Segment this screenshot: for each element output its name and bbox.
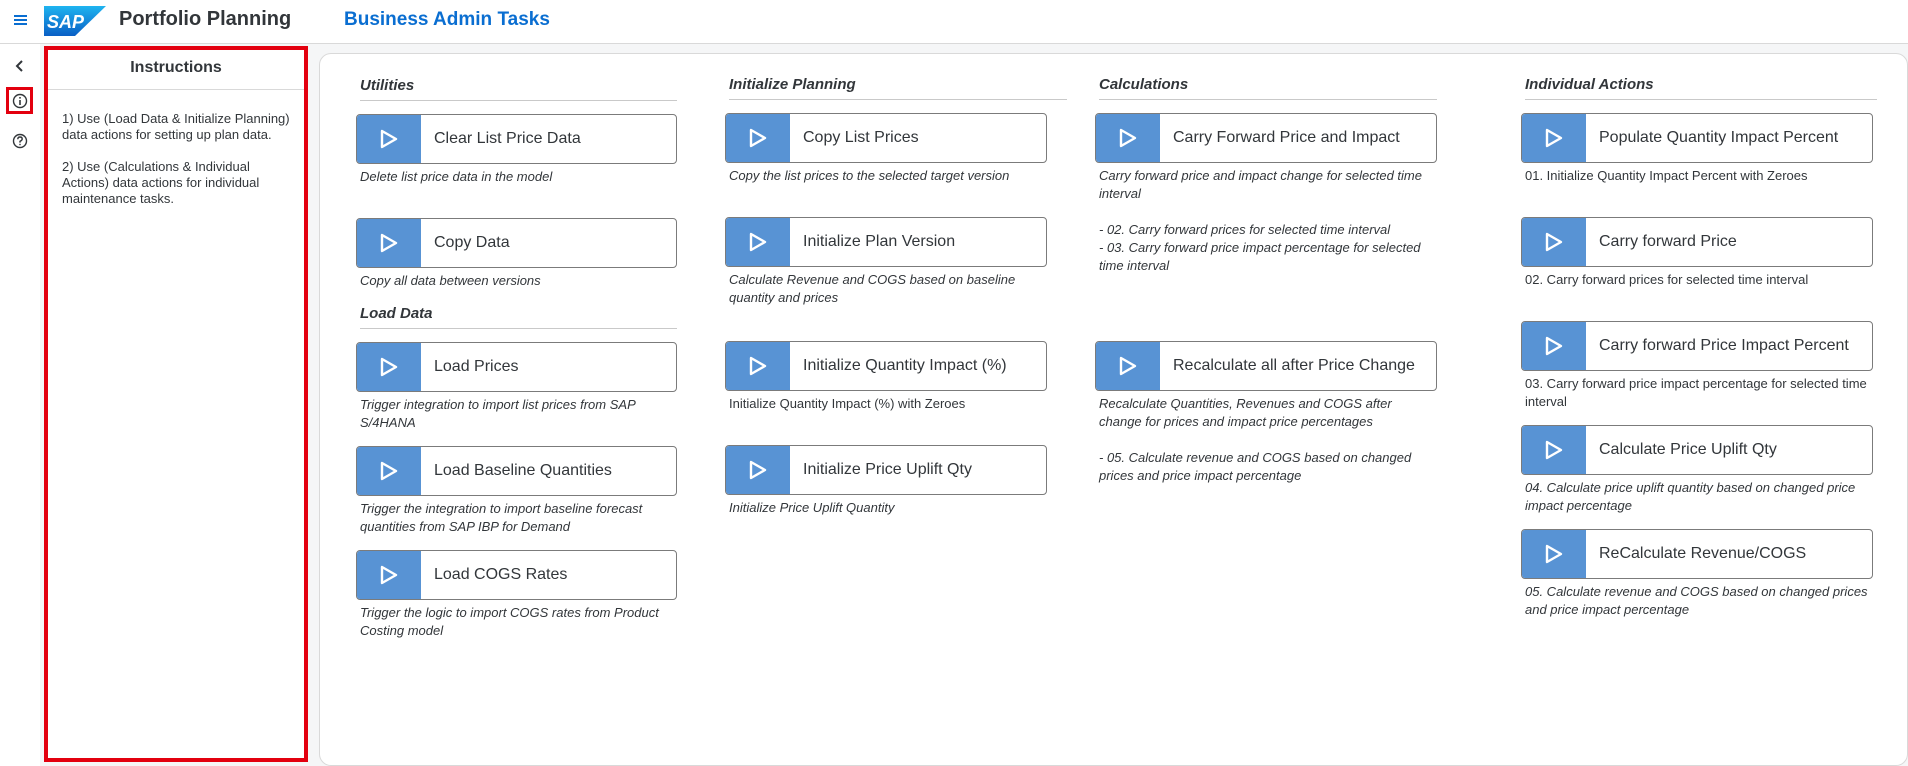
- app-title: Portfolio Planning: [119, 8, 292, 30]
- action-description: Trigger the integration to import baseli…: [360, 501, 643, 534]
- play-icon: [726, 342, 790, 390]
- action-description: - 05. Calculate revenue and COGS based o…: [1099, 450, 1412, 483]
- shell-header: SAP Portfolio Planning Business Admin Ta…: [0, 0, 1908, 44]
- play-icon: [1522, 426, 1586, 474]
- sap-logo: SAP: [44, 6, 106, 36]
- action-label: Initialize Quantity Impact (%): [803, 357, 1007, 374]
- action-label: Carry forward Price: [1599, 233, 1737, 250]
- action-description: - 03. Carry forward price impact percent…: [1099, 240, 1421, 273]
- play-icon: [1522, 322, 1586, 370]
- section-load-data: Load Data: [360, 305, 677, 329]
- action-description: Initialize Price Uplift Quantity: [729, 500, 895, 515]
- action-label: Load Prices: [434, 358, 519, 375]
- action-description: Initialize Quantity Impact (%) with Zero…: [729, 396, 966, 411]
- action-description: 05. Calculate revenue and COGS based on …: [1525, 584, 1868, 617]
- action-label: ReCalculate Revenue/COGS: [1599, 545, 1807, 562]
- action-label: Copy List Prices: [803, 129, 919, 146]
- side-rail: [0, 44, 40, 766]
- action-description: 02. Carry forward prices for selected ti…: [1525, 272, 1809, 287]
- action-label: Calculate Price Uplift Qty: [1599, 441, 1777, 458]
- info-icon[interactable]: [6, 87, 33, 114]
- section-individual-actions: Individual Actions: [1525, 76, 1877, 100]
- clear-list-price-data-button[interactable]: Clear List Price Data: [356, 114, 677, 164]
- svg-text:SAP: SAP: [47, 12, 85, 32]
- recalculate-all-after-price-change-button[interactable]: Recalculate all after Price Change: [1095, 341, 1437, 391]
- instruction-item: 2) Use (Calculations & Individual Action…: [62, 159, 260, 206]
- action-description: Trigger integration to import list price…: [360, 397, 636, 430]
- action-description: Trigger the logic to import COGS rates f…: [360, 605, 659, 638]
- play-icon: [357, 219, 421, 267]
- action-description: 03. Carry forward price impact percentag…: [1525, 376, 1867, 409]
- play-icon: [357, 115, 421, 163]
- initialize-plan-version-button[interactable]: Initialize Plan Version: [725, 217, 1047, 267]
- menu-icon[interactable]: [10, 9, 32, 31]
- calculate-price-uplift-qty-button[interactable]: Calculate Price Uplift Qty: [1521, 425, 1873, 475]
- play-icon: [1096, 342, 1160, 390]
- action-label: Recalculate all after Price Change: [1173, 357, 1415, 374]
- load-cogs-rates-button[interactable]: Load COGS Rates: [356, 550, 677, 600]
- chevron-left-icon[interactable]: [6, 52, 33, 79]
- play-icon: [1096, 114, 1160, 162]
- initialize-price-uplift-qty-button[interactable]: Initialize Price Uplift Qty: [725, 445, 1047, 495]
- action-label: Carry forward Price Impact Percent: [1599, 337, 1849, 354]
- help-icon[interactable]: [6, 127, 33, 154]
- action-description: Delete list price data in the model: [360, 169, 553, 184]
- instructions-body: 1) Use (Load Data & Initialize Planning)…: [48, 90, 304, 207]
- action-description: - 02. Carry forward prices for selected …: [1099, 222, 1391, 237]
- section-initialize-planning: Initialize Planning: [729, 76, 1067, 100]
- action-label: Copy Data: [434, 234, 510, 251]
- instruction-item: 1) Use (Load Data & Initialize Planning)…: [62, 111, 290, 142]
- action-description: Copy the list prices to the selected tar…: [729, 168, 1010, 183]
- section-calculations: Calculations: [1099, 76, 1437, 100]
- play-icon: [1522, 114, 1586, 162]
- load-baseline-quantities-button[interactable]: Load Baseline Quantities: [356, 446, 677, 496]
- instructions-panel: Instructions 1) Use (Load Data & Initial…: [44, 46, 308, 762]
- action-description: 01. Initialize Quantity Impact Percent w…: [1525, 168, 1808, 183]
- action-description: Copy all data between versions: [360, 273, 541, 288]
- page-title: Business Admin Tasks: [344, 9, 550, 30]
- action-label: Load Baseline Quantities: [434, 462, 612, 479]
- populate-quantity-impact-percent-button[interactable]: Populate Quantity Impact Percent: [1521, 113, 1873, 163]
- action-description: 04. Calculate price uplift quantity base…: [1525, 480, 1856, 513]
- section-utilities: Utilities: [360, 77, 677, 101]
- play-icon: [1522, 218, 1586, 266]
- action-description: Carry forward price and impact change fo…: [1099, 168, 1422, 201]
- load-prices-button[interactable]: Load Prices: [356, 342, 677, 392]
- play-icon: [726, 218, 790, 266]
- action-label: Clear List Price Data: [434, 130, 581, 147]
- play-icon: [357, 551, 421, 599]
- play-icon: [357, 343, 421, 391]
- action-description: Recalculate Quantities, Revenues and COG…: [1099, 396, 1392, 429]
- action-label: Initialize Plan Version: [803, 233, 956, 250]
- recalculate-revenue-cogs-button[interactable]: ReCalculate Revenue/COGS: [1521, 529, 1873, 579]
- action-label: Initialize Price Uplift Qty: [803, 461, 972, 478]
- play-icon: [357, 447, 421, 495]
- action-label: Carry Forward Price and Impact: [1173, 129, 1400, 146]
- action-label: Load COGS Rates: [434, 566, 568, 583]
- initialize-quantity-impact-button[interactable]: Initialize Quantity Impact (%): [725, 341, 1047, 391]
- main-card: Utilities Clear List Price Data Delete l…: [319, 53, 1908, 766]
- carry-forward-price-and-impact-button[interactable]: Carry Forward Price and Impact: [1095, 113, 1437, 163]
- action-description: Calculate Revenue and COGS based on base…: [729, 272, 1016, 305]
- carry-forward-price-impact-percent-button[interactable]: Carry forward Price Impact Percent: [1521, 321, 1873, 371]
- play-icon: [1522, 530, 1586, 578]
- copy-data-button[interactable]: Copy Data: [356, 218, 677, 268]
- instructions-title: Instructions: [48, 50, 304, 90]
- play-icon: [726, 446, 790, 494]
- carry-forward-price-button[interactable]: Carry forward Price: [1521, 217, 1873, 267]
- action-label: Populate Quantity Impact Percent: [1599, 129, 1839, 146]
- copy-list-prices-button[interactable]: Copy List Prices: [725, 113, 1047, 163]
- play-icon: [726, 114, 790, 162]
